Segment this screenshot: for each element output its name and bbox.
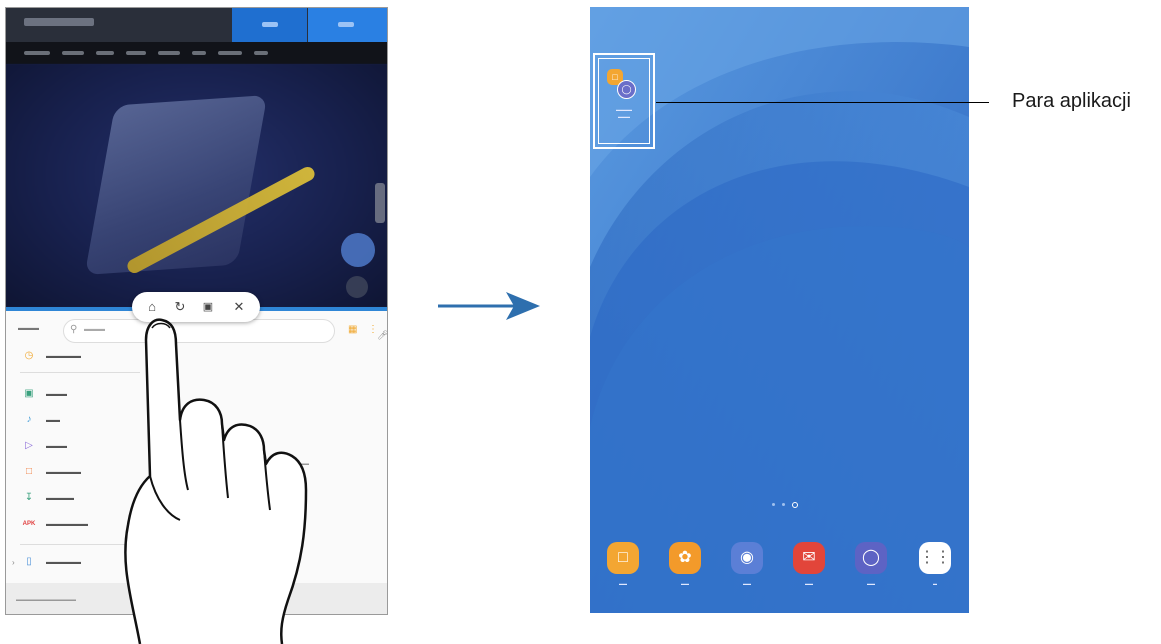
planet-icon: ◯ (617, 80, 636, 99)
top-app-menu-bar (6, 42, 387, 64)
page-dot (782, 503, 785, 506)
document-icon: □ (25, 466, 33, 477)
storage-bar-text: ▬▬▬▬▬▬▬▬▬▬▬▬ (16, 597, 76, 603)
flower-icon[interactable]: ✿ (669, 542, 701, 574)
secondary-floating-button[interactable] (346, 276, 368, 298)
planet-icon[interactable]: ◯ (855, 542, 887, 574)
row-label: ▬▬▬ (46, 443, 67, 450)
right-tablet-home-screen: □ ◯ ▬▬▬▬ ▬▬▬ □ ✿ ◉ ✉ ◯ ⋮⋮ ▬▬ ▬▬ ▬▬ ▬▬ ▬▬… (590, 7, 969, 613)
row-label: ▬▬▬ (46, 391, 67, 398)
dock-label: ▬ (933, 581, 937, 586)
pair-label-line-1: ▬▬▬▬ (616, 107, 632, 112)
search-icon: ⚲ (70, 324, 78, 335)
top-app-title (24, 18, 94, 26)
row-label: ▬▬▬▬ (46, 495, 74, 502)
image-icon: ▣ (24, 388, 34, 399)
folder-icon[interactable]: □ (607, 542, 639, 574)
page-indicator (770, 501, 810, 511)
search-placeholder: ▬▬▬ (84, 326, 105, 333)
apps-grid-icon[interactable]: ⋮⋮ (919, 542, 951, 574)
dock-label: ▬▬ (867, 581, 875, 586)
callout-line (656, 102, 989, 103)
mail-icon[interactable]: ✉ (793, 542, 825, 574)
dock-label: ▬▬ (619, 581, 627, 586)
top-split-app (6, 8, 387, 307)
transition-arrow-icon (438, 292, 540, 320)
clock-icon: ◷ (24, 350, 34, 361)
more-options-icon[interactable]: ⋮ (368, 324, 378, 335)
video-icon: ▷ (25, 440, 33, 451)
page-dot (772, 503, 775, 506)
app-pair-shortcut[interactable] (598, 58, 650, 144)
floating-action-button[interactable] (341, 233, 375, 267)
dock-label: ▬▬ (805, 581, 813, 586)
dock-label: ▬▬ (743, 581, 751, 586)
top-app-button-2[interactable] (308, 8, 387, 42)
pair-label-line-2: ▬▬▬ (618, 114, 630, 119)
top-app-button-1[interactable] (232, 8, 307, 42)
camera-icon[interactable]: ◉ (731, 542, 763, 574)
row-label: ▬▬ (46, 417, 60, 424)
edge-panel-handle[interactable] (375, 183, 385, 223)
dock-label: ▬▬ (681, 581, 689, 586)
music-icon: ♪ (26, 414, 32, 425)
page-dot-active (792, 502, 798, 508)
callout-label: Para aplikacji (1012, 90, 1131, 112)
chevron-right-icon: › (12, 558, 15, 567)
pointing-hand-illustration (124, 318, 308, 644)
row-label: ▬▬▬▬▬ (46, 353, 81, 360)
row-label: ▬▬▬▬▬▬ (46, 521, 88, 528)
apk-icon: APK (22, 521, 36, 527)
phone-storage-icon: ▯ (26, 556, 32, 567)
my-files-title: ▬▬▬ (18, 325, 39, 332)
download-icon: ↧ (24, 492, 34, 503)
row-label: ▬▬▬▬▬ (46, 559, 81, 566)
row-label: ▬▬▬▬▬ (46, 469, 81, 476)
mic-icon[interactable]: 🎤︎ (377, 330, 387, 341)
